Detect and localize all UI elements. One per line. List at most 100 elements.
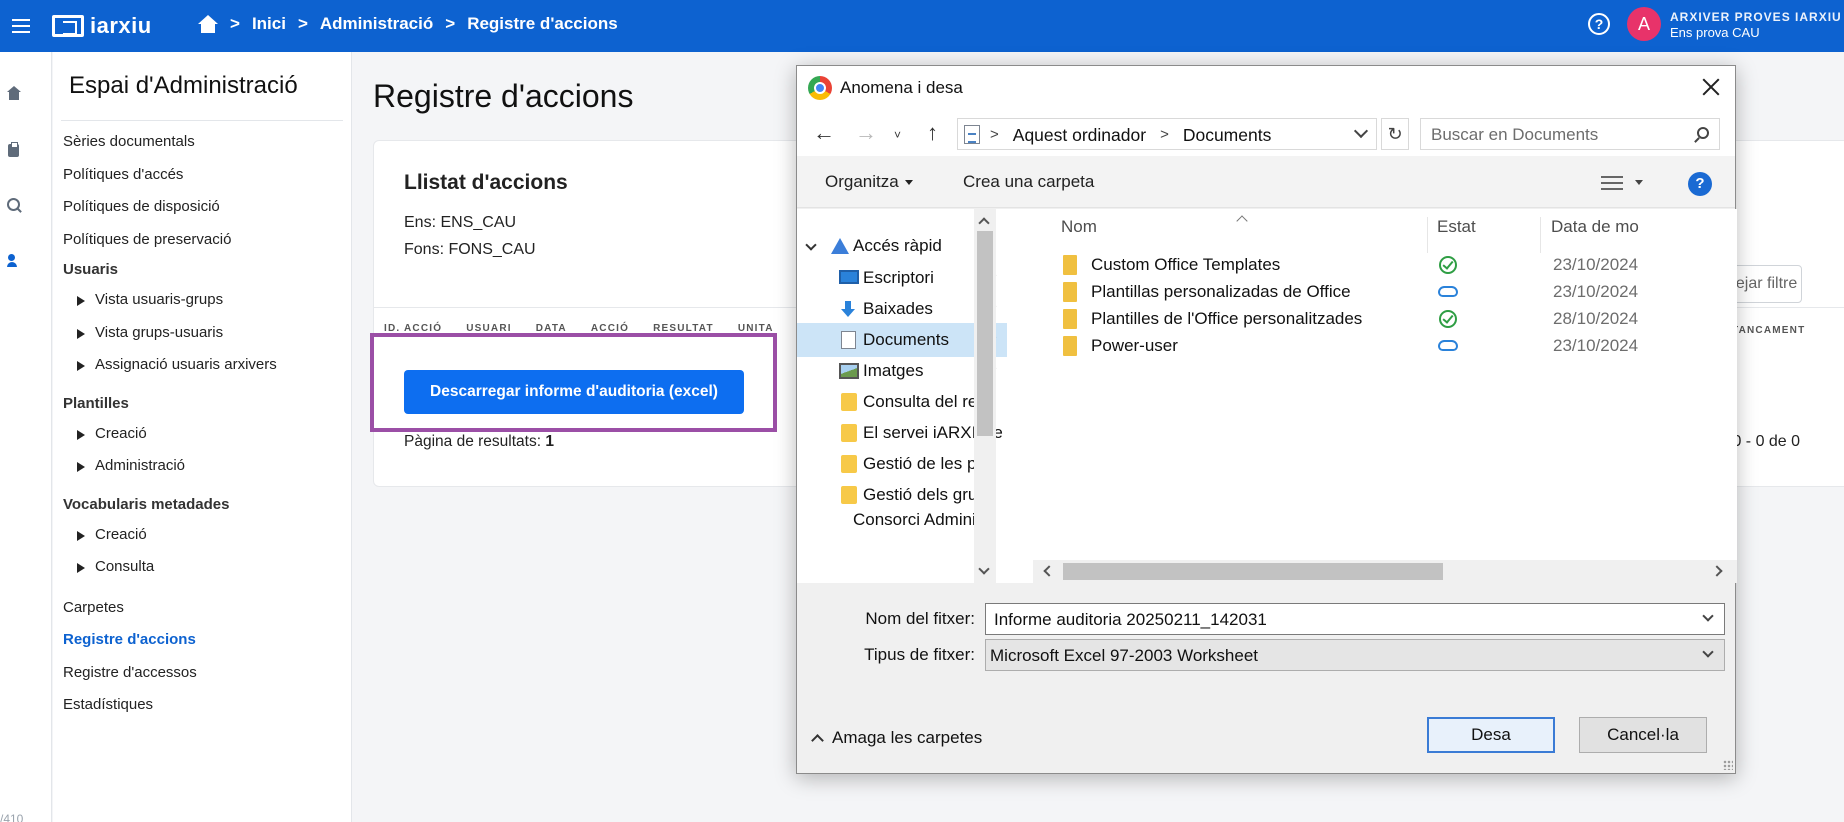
user-entity: Ens prova CAU <box>1670 25 1760 40</box>
organize-menu[interactable]: Organitza <box>825 172 913 192</box>
address-segment-documents[interactable]: Documents <box>1183 125 1272 146</box>
home-icon[interactable] <box>7 86 23 102</box>
address-segment-computer[interactable]: Aquest ordinador <box>1013 125 1146 146</box>
expand-triangle-icon <box>77 530 85 541</box>
column-divider[interactable] <box>1427 217 1428 253</box>
scroll-thumb[interactable] <box>977 231 993 436</box>
address-path: > Aquest ordinador > Documents <box>990 125 1271 146</box>
chevron-down-icon[interactable] <box>1635 180 1643 185</box>
breadcrumb-administracio[interactable]: Administració <box>320 14 433 34</box>
search-input[interactable]: Buscar en Documents <box>1420 118 1720 150</box>
close-icon[interactable] <box>1699 75 1723 99</box>
synced-check-icon <box>1439 310 1457 328</box>
dialog-titlebar: Anomena i desa <box>797 66 1735 110</box>
back-arrow-icon[interactable]: ← <box>813 122 835 144</box>
col-date-modified[interactable]: Data de mo <box>1551 217 1639 237</box>
cloud-icon <box>1438 340 1458 351</box>
sidebar-item-groups-users-view[interactable]: Vista grups-usuaris <box>63 317 343 350</box>
help-icon[interactable]: ? <box>1688 172 1712 196</box>
card-meta: Ens: ENS_CAU Fons: FONS_CAU <box>404 209 536 263</box>
star-icon <box>831 238 849 254</box>
chevron-down-icon[interactable] <box>1702 610 1714 622</box>
recent-locations-icon[interactable]: ˅ <box>894 128 901 142</box>
download-audit-report-button[interactable]: Descarregar informe d'auditoria (excel) <box>404 370 744 414</box>
sidebar-item-action-log[interactable]: Registre d'accions <box>63 624 343 657</box>
home-icon[interactable] <box>198 15 218 33</box>
download-icon <box>839 301 857 317</box>
user-info[interactable]: ARXIVER PROVES IARXIU Ens prova CAU <box>1670 10 1842 40</box>
chevron-down-icon[interactable] <box>1702 646 1714 658</box>
hide-folders-toggle[interactable]: Amaga les carpetes <box>811 728 982 748</box>
sidebar-item-templates-creation[interactable]: Creació <box>63 418 343 451</box>
filename-field[interactable]: Informe auditoria 20250211_142031 <box>985 603 1725 635</box>
up-arrow-icon[interactable]: ↑ <box>927 122 938 144</box>
sidebar-group-templates: Plantilles <box>63 394 129 412</box>
sidebar-item-folders[interactable]: Carpetes <box>63 592 343 625</box>
sidebar-item-archiver-assignment[interactable]: Assignació usuaris arxivers <box>63 349 343 382</box>
pager-label: Pàgina de resultats: <box>404 433 542 450</box>
help-icon[interactable]: ? <box>1588 13 1610 35</box>
col-status[interactable]: Estat <box>1437 217 1476 237</box>
search-icon <box>1697 127 1709 139</box>
chevron-down-icon[interactable] <box>805 239 817 251</box>
folder-icon <box>1063 255 1077 275</box>
sidebar-item-disposal-policies[interactable]: Polítiques de disposició <box>63 191 343 224</box>
clipboard-icon[interactable] <box>7 142 23 158</box>
sidebar-item-templates-admin[interactable]: Administració <box>63 450 343 483</box>
admin-sidebar: Espai d'Administració Sèries documentals… <box>53 52 352 822</box>
save-button[interactable]: Desa <box>1427 717 1555 753</box>
document-icon <box>964 125 980 144</box>
sidebar-item-statistics[interactable]: Estadístiques <box>63 689 343 722</box>
filetype-select[interactable]: Microsoft Excel 97-2003 Worksheet <box>985 639 1725 671</box>
cloud-icon <box>1438 286 1458 297</box>
scroll-right-icon[interactable] <box>1711 565 1723 577</box>
sidebar-item-series[interactable]: Sèries documentals <box>63 126 343 159</box>
breadcrumb-separator: > <box>445 14 456 33</box>
file-list: Nom Estat Data de mo Custom Office Templ… <box>1033 209 1737 583</box>
chevron-right-icon[interactable]: > <box>990 125 999 146</box>
sidebar-item-vocab-creation[interactable]: Creació <box>63 519 343 552</box>
search-icon[interactable] <box>7 198 23 214</box>
tree-scrollbar[interactable] <box>974 209 996 583</box>
address-bar[interactable]: > Aquest ordinador > Documents <box>957 118 1377 150</box>
sidebar-item-access-policies[interactable]: Polítiques d'accés <box>63 159 343 192</box>
scroll-down-icon[interactable] <box>978 563 990 575</box>
sidebar-title: Espai d'Administració <box>69 72 298 99</box>
resize-grip-icon[interactable] <box>1723 760 1733 770</box>
chevron-down-icon[interactable] <box>1353 123 1369 139</box>
dialog-command-bar: Organitza Crea una carpeta ? <box>797 156 1735 208</box>
breadcrumb-inici[interactable]: Inici <box>252 14 286 34</box>
col-name[interactable]: Nom <box>1061 217 1097 237</box>
refresh-icon[interactable]: ↻ <box>1381 118 1409 150</box>
save-as-dialog: Anomena i desa ← → ˅ ↑ > Aquest ordinado… <box>796 65 1737 774</box>
chevron-right-icon[interactable]: > <box>1160 125 1169 146</box>
scroll-up-icon[interactable] <box>978 217 990 229</box>
admin-nav: Sèries documentals Polítiques d'accés Po… <box>63 126 343 722</box>
column-divider[interactable] <box>1540 217 1541 253</box>
fons-label: Fons: FONS_CAU <box>404 241 536 258</box>
dialog-title: Anomena i desa <box>840 78 963 97</box>
sidebar-item-vocab-query[interactable]: Consulta <box>63 551 343 584</box>
expand-triangle-icon <box>77 563 85 573</box>
app-logo[interactable]: iarxiu <box>52 8 152 44</box>
view-options-icon[interactable] <box>1601 174 1623 192</box>
sidebar-item-preservation-policies[interactable]: Polítiques de preservació <box>63 224 343 257</box>
col-closing[interactable]: TANCAMENT <box>1732 325 1805 336</box>
filename-value[interactable]: Informe auditoria 20250211_142031 <box>994 610 1267 630</box>
users-icon[interactable] <box>7 254 23 270</box>
file-list-scrollbar[interactable] <box>1033 560 1737 583</box>
hamburger-menu-icon[interactable] <box>8 12 36 40</box>
sidebar-item-users-groups-view[interactable]: Vista usuaris-grups <box>63 284 343 317</box>
scroll-thumb[interactable] <box>1063 563 1443 580</box>
cancel-button[interactable]: Cancel·la <box>1579 717 1707 753</box>
new-folder-button[interactable]: Crea una carpeta <box>963 172 1094 192</box>
breadcrumb: > Inici > Administració > Registre d'acc… <box>198 0 618 48</box>
avatar[interactable]: A <box>1627 7 1661 41</box>
filetype-value: Microsoft Excel 97-2003 Worksheet <box>990 646 1259 665</box>
scroll-left-icon[interactable] <box>1043 565 1055 577</box>
forward-arrow-icon[interactable]: → <box>855 122 877 144</box>
chrome-icon <box>808 76 832 100</box>
version-text: /410 <box>0 812 24 822</box>
list-item[interactable]: Power-user 23/10/2024 <box>1033 330 1737 362</box>
sidebar-item-access-log[interactable]: Registre d'accessos <box>63 657 343 690</box>
